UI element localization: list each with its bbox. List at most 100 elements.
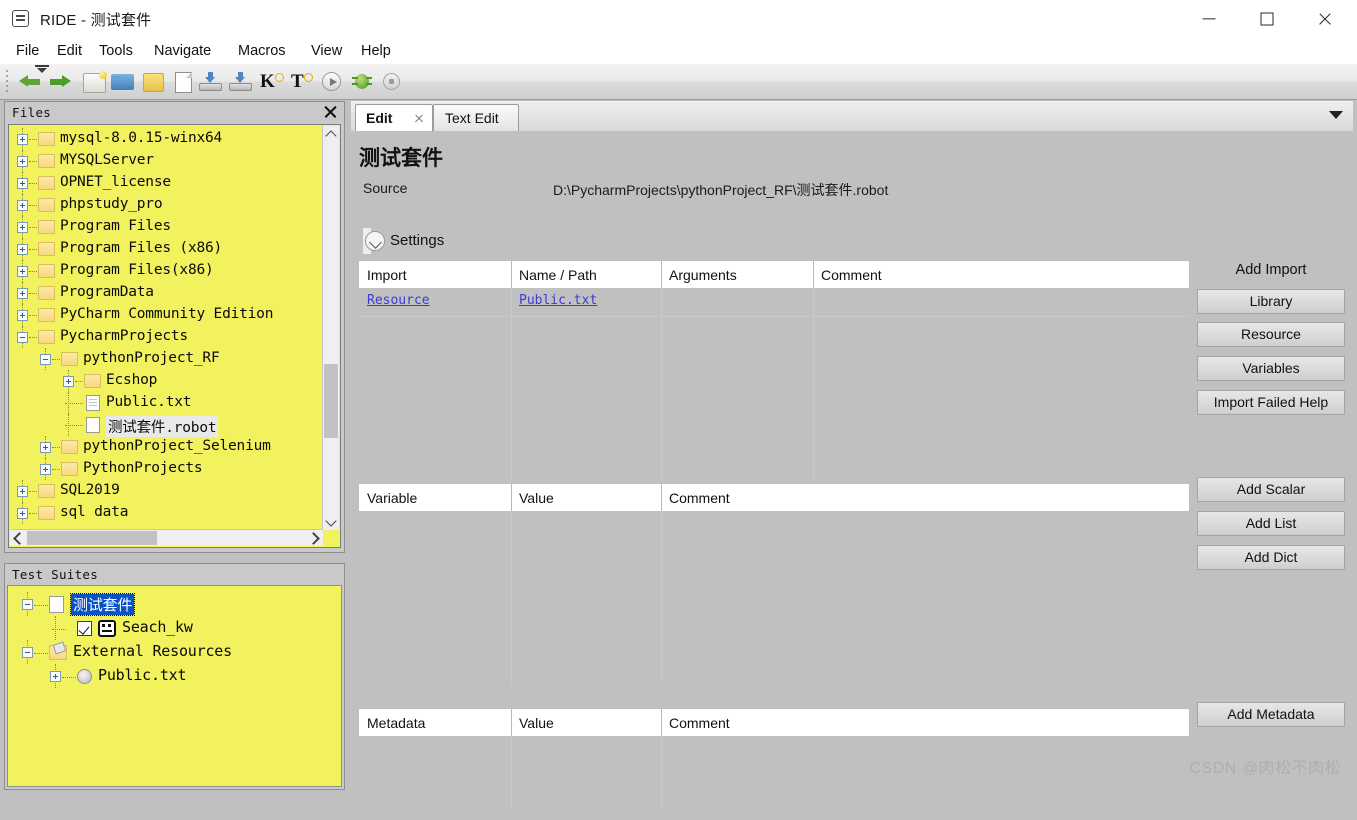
- files-tree-item[interactable]: pythonProject_RF: [9, 348, 327, 370]
- import-table-body[interactable]: Resource Public.txt: [359, 288, 1189, 481]
- run-icon[interactable]: [318, 68, 346, 95]
- column-separator: [511, 736, 512, 809]
- files-vertical-scrollbar[interactable]: [322, 126, 339, 530]
- files-tree-item[interactable]: SQL2019: [9, 480, 327, 502]
- add-resource-button[interactable]: Resource: [1197, 322, 1345, 347]
- menu-item-file[interactable]: File: [10, 41, 45, 61]
- metadata-table-body[interactable]: [359, 736, 1189, 809]
- add-library-button[interactable]: Library: [1197, 289, 1345, 314]
- tree-expander-plus-icon[interactable]: [50, 671, 61, 682]
- add-metadata-button[interactable]: Add Metadata: [1197, 702, 1345, 727]
- tree-expander-plus-icon[interactable]: [17, 244, 28, 255]
- tree-expander-plus-icon[interactable]: [17, 200, 28, 211]
- column-header: Metadata: [367, 715, 426, 731]
- toolbar-grip[interactable]: [6, 70, 11, 92]
- search-test-icon[interactable]: T: [287, 68, 315, 95]
- debug-icon[interactable]: [348, 68, 376, 95]
- folder-icon: [61, 352, 78, 366]
- files-tree-item[interactable]: 测试套件.robot: [9, 414, 327, 437]
- files-tree-item[interactable]: Program Files(x86): [9, 260, 327, 282]
- tree-expander-plus-icon[interactable]: [17, 288, 28, 299]
- column-separator: [511, 484, 512, 511]
- new-file-icon[interactable]: [168, 68, 196, 95]
- files-tree-item[interactable]: PyCharm Community Edition: [9, 304, 327, 326]
- files-tree-item[interactable]: pythonProject_Selenium: [9, 436, 327, 458]
- add-dict-button[interactable]: Add Dict: [1197, 545, 1345, 570]
- files-tree-item[interactable]: mysql-8.0.15-winx64: [9, 128, 327, 150]
- files-tree-item[interactable]: Public.txt: [9, 392, 327, 414]
- menu-item-macros[interactable]: Macros: [232, 41, 292, 61]
- tree-expander-minus-icon[interactable]: [40, 354, 51, 365]
- test-suites-tree-container[interactable]: 测试套件 Seach_kw External Resources Public.txt: [7, 585, 342, 787]
- files-horizontal-scrollbar[interactable]: [10, 529, 323, 546]
- tab-edit[interactable]: Edit: [355, 104, 433, 131]
- settings-toggle-button[interactable]: Settings: [363, 228, 444, 254]
- menu-item-navigate[interactable]: Navigate: [148, 41, 217, 61]
- tree-expander-minus-icon[interactable]: [17, 332, 28, 343]
- files-tree-item[interactable]: phpstudy_pro: [9, 194, 327, 216]
- tree-expander-plus-icon[interactable]: [17, 266, 28, 277]
- files-tree-container[interactable]: mysql-8.0.15-winx64 MYSQLServer OPNET_lice…: [8, 124, 341, 548]
- files-tree-item[interactable]: sql data: [9, 502, 327, 524]
- test-suites-tree-item[interactable]: 测试套件: [8, 592, 341, 616]
- back-icon[interactable]: [16, 68, 44, 95]
- add-variables-button[interactable]: Variables: [1197, 356, 1345, 381]
- test-suites-tree-item[interactable]: Public.txt: [8, 664, 341, 688]
- tree-expander-plus-icon[interactable]: [17, 156, 28, 167]
- new-project-icon[interactable]: [79, 68, 107, 95]
- files-tree-item[interactable]: MYSQLServer: [9, 150, 327, 172]
- add-list-button[interactable]: Add List: [1197, 511, 1345, 536]
- tree-expander-plus-icon[interactable]: [63, 376, 74, 387]
- tab-close-icon[interactable]: [414, 113, 424, 123]
- files-tree-item[interactable]: Program Files (x86): [9, 238, 327, 260]
- tree-expander-plus-icon[interactable]: [17, 178, 28, 189]
- table-cell-link[interactable]: Public.txt: [519, 293, 597, 308]
- test-suites-tree-item[interactable]: Seach_kw: [8, 616, 341, 640]
- forward-icon[interactable]: [46, 68, 74, 95]
- variable-table-body[interactable]: [359, 511, 1189, 684]
- scroll-up-icon[interactable]: [323, 126, 339, 142]
- menu-item-view[interactable]: View: [305, 41, 348, 61]
- scroll-right-icon[interactable]: [307, 530, 323, 546]
- save-icon[interactable]: [196, 68, 224, 95]
- search-keyword-icon[interactable]: K: [256, 68, 284, 95]
- table-cell-link[interactable]: Resource: [367, 293, 430, 308]
- scroll-thumb-horizontal[interactable]: [27, 531, 157, 545]
- tree-expander-plus-icon[interactable]: [17, 134, 28, 145]
- tree-expander-plus-icon[interactable]: [17, 508, 28, 519]
- tree-expander-plus-icon[interactable]: [17, 486, 28, 497]
- import-failed-help-button[interactable]: Import Failed Help: [1197, 390, 1345, 415]
- tree-expander-minus-icon[interactable]: [22, 647, 33, 658]
- scroll-left-icon[interactable]: [10, 530, 26, 546]
- files-tree-item[interactable]: ProgramData: [9, 282, 327, 304]
- close-button[interactable]: [1302, 0, 1348, 38]
- files-tree-item[interactable]: OPNET_license: [9, 172, 327, 194]
- test-case-checkbox[interactable]: [77, 621, 92, 636]
- menu-item-edit[interactable]: Edit: [51, 41, 88, 61]
- stop-icon[interactable]: [378, 68, 406, 95]
- files-tree-item[interactable]: Ecshop: [9, 370, 327, 392]
- save-all-icon[interactable]: [226, 68, 254, 95]
- add-scalar-button[interactable]: Add Scalar: [1197, 477, 1345, 502]
- tree-expander-plus-icon[interactable]: [17, 222, 28, 233]
- tree-expander-plus-icon[interactable]: [17, 310, 28, 321]
- minimize-button[interactable]: [1186, 0, 1232, 38]
- files-tree-item[interactable]: PycharmProjects: [9, 326, 327, 348]
- files-panel-close-icon[interactable]: [323, 104, 338, 119]
- test-suites-tree-item[interactable]: External Resources: [8, 640, 341, 664]
- tab-text-edit[interactable]: Text Edit: [433, 104, 519, 131]
- menu-item-tools[interactable]: Tools: [93, 41, 139, 61]
- open-directory-icon[interactable]: [138, 68, 166, 95]
- chevron-down-icon[interactable]: [1329, 111, 1343, 119]
- files-tree-item[interactable]: PythonProjects: [9, 458, 327, 480]
- tree-expander-plus-icon[interactable]: [40, 442, 51, 453]
- tree-expander-minus-icon[interactable]: [22, 599, 33, 610]
- table-row[interactable]: Resource Public.txt: [359, 288, 1189, 317]
- scroll-down-icon[interactable]: [323, 514, 339, 530]
- files-tree-item[interactable]: Program Files: [9, 216, 327, 238]
- tree-expander-plus-icon[interactable]: [40, 464, 51, 475]
- menu-item-help[interactable]: Help: [355, 41, 397, 61]
- maximize-button[interactable]: [1244, 0, 1290, 38]
- scroll-thumb[interactable]: [324, 364, 338, 438]
- open-folder-icon[interactable]: [108, 68, 136, 95]
